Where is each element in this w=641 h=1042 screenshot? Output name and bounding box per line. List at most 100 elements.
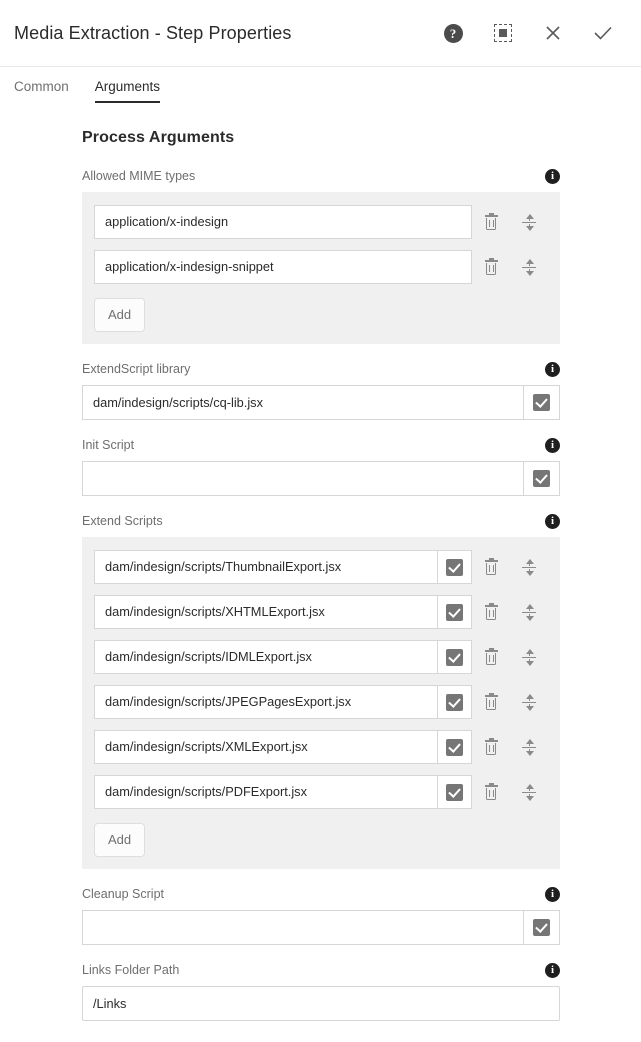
reorder-handle[interactable] [510, 775, 548, 809]
cleanup-script-input[interactable] [82, 910, 524, 945]
drag-handle-icon [522, 648, 536, 666]
row-actions [472, 640, 548, 674]
delete-button[interactable] [472, 205, 510, 239]
list-item: application/x-indesign-snippet [94, 250, 548, 284]
info-icon[interactable]: i [545, 886, 560, 902]
tab-bar: Common Arguments [0, 67, 641, 103]
trash-icon [484, 602, 498, 620]
reorder-handle[interactable] [510, 250, 548, 284]
extend-script-checkbox[interactable] [438, 550, 472, 584]
trash-icon [484, 737, 498, 755]
input-row: dam/indesign/scripts/cq-lib.jsx [82, 385, 560, 420]
list-item: dam/indesign/scripts/XMLExport.jsx [94, 730, 548, 764]
trash-icon [484, 647, 498, 665]
init-script-checkbox[interactable] [524, 461, 560, 496]
cleanup-script-checkbox[interactable] [524, 910, 560, 945]
extend-script-checkbox[interactable] [438, 730, 472, 764]
add-extend-script-button[interactable]: Add [94, 823, 146, 857]
drag-handle-icon [522, 693, 536, 711]
delete-button[interactable] [472, 685, 510, 719]
close-icon [546, 26, 560, 40]
drag-handle-icon [522, 213, 536, 231]
extend-script-input[interactable]: dam/indesign/scripts/ThumbnailExport.jsx [94, 550, 438, 584]
delete-button[interactable] [472, 775, 510, 809]
add-mime-type-button[interactable]: Add [94, 298, 146, 332]
checkbox-checked-icon [533, 919, 550, 936]
extend-script-input[interactable]: dam/indesign/scripts/XHTMLExport.jsx [94, 595, 438, 629]
extend-script-input[interactable]: dam/indesign/scripts/XMLExport.jsx [94, 730, 438, 764]
list-item: dam/indesign/scripts/XHTMLExport.jsx [94, 595, 548, 629]
info-icon[interactable]: i [545, 361, 560, 377]
reorder-handle[interactable] [510, 595, 548, 629]
extend-script-checkbox[interactable] [438, 775, 472, 809]
trash-icon [484, 212, 498, 230]
list-item: dam/indesign/scripts/ThumbnailExport.jsx [94, 550, 548, 584]
checkbox-checked-icon [533, 394, 550, 411]
titlebar-actions: ? [441, 21, 621, 45]
extend-script-checkbox[interactable] [438, 685, 472, 719]
links-folder-path-input[interactable]: /Links [82, 986, 560, 1021]
extend-script-input[interactable]: dam/indesign/scripts/PDFExport.jsx [94, 775, 438, 809]
row-actions [472, 550, 548, 584]
field-allowed-mime-types: Allowed MIME types i application/x-indes… [82, 165, 560, 344]
check-icon [594, 26, 612, 40]
list-item: dam/indesign/scripts/JPEGPagesExport.jsx [94, 685, 548, 719]
extend-script-checkbox[interactable] [438, 595, 472, 629]
field-extendscript-library: ExtendScript library i dam/indesign/scri… [82, 358, 560, 420]
delete-button[interactable] [472, 730, 510, 764]
reorder-handle[interactable] [510, 685, 548, 719]
drag-handle-icon [522, 783, 536, 801]
field-label: Cleanup Script [82, 887, 164, 901]
checkbox-checked-icon [446, 558, 463, 576]
init-script-input[interactable] [82, 461, 524, 496]
close-button[interactable] [541, 21, 565, 45]
field-label-row: ExtendScript library i [82, 358, 560, 380]
tab-arguments[interactable]: Arguments [94, 79, 161, 103]
extendscript-library-input[interactable]: dam/indesign/scripts/cq-lib.jsx [82, 385, 524, 420]
input-row: /Links [82, 986, 560, 1021]
info-icon[interactable]: i [545, 513, 560, 529]
mime-type-input[interactable]: application/x-indesign-snippet [94, 250, 472, 284]
delete-button[interactable] [472, 550, 510, 584]
drag-handle-icon [522, 603, 536, 621]
add-row: Add [94, 823, 548, 857]
trash-icon [484, 692, 498, 710]
info-icon[interactable]: i [545, 962, 560, 978]
field-label-row: Allowed MIME types i [82, 165, 560, 187]
confirm-button[interactable] [591, 21, 615, 45]
row-actions [472, 205, 548, 239]
row-actions [472, 685, 548, 719]
checkbox-checked-icon [446, 738, 463, 756]
extend-script-checkbox[interactable] [438, 640, 472, 674]
fullscreen-icon [494, 24, 512, 42]
extend-script-input[interactable]: dam/indesign/scripts/JPEGPagesExport.jsx [94, 685, 438, 719]
field-label-row: Cleanup Script i [82, 883, 560, 905]
fullscreen-button[interactable] [491, 21, 515, 45]
extendscript-library-checkbox[interactable] [524, 385, 560, 420]
row-actions [472, 730, 548, 764]
reorder-handle[interactable] [510, 730, 548, 764]
field-label: Links Folder Path [82, 963, 180, 977]
tab-common[interactable]: Common [14, 79, 69, 103]
mime-type-input[interactable]: application/x-indesign [94, 205, 472, 239]
row-actions [472, 250, 548, 284]
trash-icon [484, 257, 498, 275]
reorder-handle[interactable] [510, 205, 548, 239]
checkbox-checked-icon [533, 470, 550, 487]
list-item: dam/indesign/scripts/PDFExport.jsx [94, 775, 548, 809]
delete-button[interactable] [472, 595, 510, 629]
delete-button[interactable] [472, 640, 510, 674]
info-icon[interactable]: i [545, 168, 560, 184]
drag-handle-icon [522, 558, 536, 576]
info-icon[interactable]: i [545, 437, 560, 453]
reorder-handle[interactable] [510, 640, 548, 674]
delete-button[interactable] [472, 250, 510, 284]
field-links-folder-path: Links Folder Path i /Links [82, 959, 560, 1021]
reorder-handle[interactable] [510, 550, 548, 584]
extend-script-input[interactable]: dam/indesign/scripts/IDMLExport.jsx [94, 640, 438, 674]
checkbox-checked-icon [446, 648, 463, 666]
field-label: Init Script [82, 438, 135, 452]
field-label: Allowed MIME types [82, 169, 196, 183]
multi-value-panel: dam/indesign/scripts/ThumbnailExport.jsx… [82, 537, 560, 869]
help-button[interactable]: ? [441, 21, 465, 45]
